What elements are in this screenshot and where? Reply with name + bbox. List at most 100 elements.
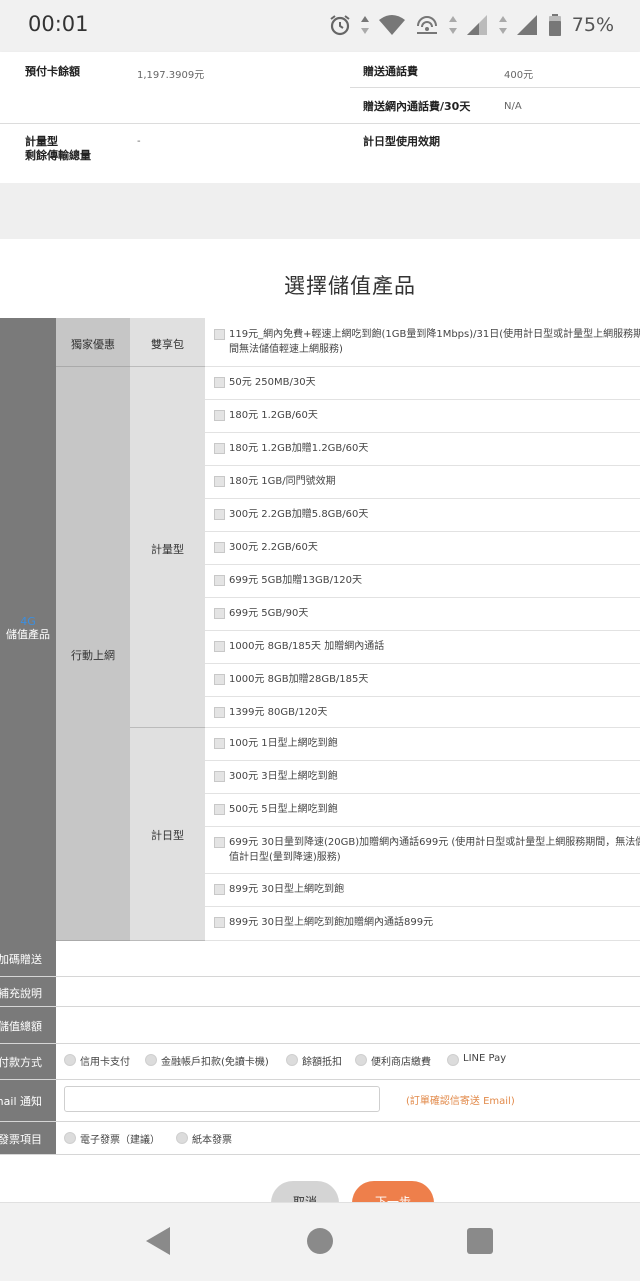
product-option-label: 699元 5GB加贈13GB/120天 — [229, 575, 363, 586]
product-option[interactable]: 180元 1GB/同門號效期 — [205, 466, 640, 499]
product-option[interactable]: 50元 250MB/30天 — [205, 367, 640, 400]
invoice-option-electronic[interactable]: 電子發票（建議） — [80, 1131, 160, 1146]
email-note: (訂單確認信寄送 Email) — [406, 1096, 515, 1107]
bonus-call-value: 400元 — [504, 70, 534, 81]
payment-radio-bank[interactable] — [145, 1054, 157, 1066]
section-title: 選擇儲值產品 — [284, 274, 416, 298]
product-option-label: 119元_網內免費+輕速上網吃到飽(1GB量到降1Mbps)/31日(使用計日型… — [229, 329, 640, 355]
product-option[interactable]: 699元 30日量到降速(20GB)加贈網內通話699元 (使用計日型或計量型上… — [205, 827, 640, 874]
data-arrows-icon-3 — [498, 16, 507, 34]
group-exclusive: 獨家優惠 — [56, 318, 130, 367]
group-daily-label: 計日型 — [151, 829, 184, 842]
metered-remaining-label-line2: 剩餘傳輸總量 — [25, 149, 91, 162]
product-option-label: 300元 3日型上網吃到飽 — [229, 771, 338, 782]
invoice-option-paper[interactable]: 紙本發票 — [192, 1131, 232, 1146]
status-bar: 00:01 75% — [0, 0, 640, 52]
product-option[interactable]: 300元 2.2GB/60天 — [205, 532, 640, 565]
payment-option-balance[interactable]: 餘額抵扣 — [302, 1053, 342, 1068]
prepaid-balance-label: 預付卡餘額 — [25, 65, 80, 78]
data-arrows-icon — [360, 16, 369, 34]
invoice-label: 發票項目 — [0, 1122, 56, 1154]
product-option[interactable]: 1000元 8GB加贈28GB/185天 — [205, 664, 640, 697]
invoice-label-text: 發票項目 — [0, 1133, 42, 1146]
payment-radio-linepay[interactable] — [447, 1054, 459, 1066]
recent-apps-icon[interactable] — [467, 1228, 493, 1254]
product-option[interactable]: 699元 5GB/90天 — [205, 598, 640, 631]
product-checkbox[interactable] — [214, 707, 225, 718]
payment-option-credit[interactable]: 信用卡支付 — [80, 1053, 130, 1068]
product-checkbox[interactable] — [214, 641, 225, 652]
status-icons: 75% — [328, 10, 614, 40]
product-option-label: 300元 2.2GB/60天 — [229, 542, 318, 553]
product-checkbox[interactable] — [214, 410, 225, 421]
product-option[interactable]: 1000元 8GB/185天 加贈網內通話 — [205, 631, 640, 664]
product-checkbox[interactable] — [214, 884, 225, 895]
invoice-radio-electronic[interactable] — [64, 1132, 76, 1144]
product-option-label: 180元 1GB/同門號效期 — [229, 476, 336, 487]
product-option[interactable]: 899元 30日型上網吃到飽加贈網內通話899元 — [205, 907, 640, 941]
bonus-call-label: 贈送通話費 — [363, 65, 418, 78]
home-icon[interactable] — [307, 1228, 333, 1254]
product-option[interactable]: 500元 5日型上網吃到飽 — [205, 794, 640, 827]
product-option-label: 699元 5GB/90天 — [229, 608, 309, 619]
product-option-label: 180元 1.2GB/60天 — [229, 410, 318, 421]
product-checkbox[interactable] — [214, 575, 225, 586]
product-option[interactable]: 180元 1.2GB/60天 — [205, 400, 640, 433]
product-checkbox[interactable] — [214, 329, 225, 340]
product-option-label: 100元 1日型上網吃到飽 — [229, 738, 338, 749]
email-input[interactable] — [64, 1086, 380, 1112]
status-time: 00:01 — [28, 12, 89, 36]
product-checkbox[interactable] — [214, 608, 225, 619]
product-option[interactable]: 300元 3日型上網吃到飽 — [205, 761, 640, 794]
group-daily: 計日型 — [130, 728, 205, 941]
amount-label: 儲值總額 — [0, 1007, 56, 1043]
signal-icon-2 — [516, 15, 537, 35]
account-summary: 預付卡餘額 1,197.3909元 贈送通話費 400元 贈送網內通話費/30天… — [0, 52, 640, 183]
payment-option-bank[interactable]: 金融帳戶扣款(免讀卡機) — [161, 1053, 269, 1068]
payment-radio-balance[interactable] — [286, 1054, 298, 1066]
note-label-text: 補充說明 — [0, 987, 42, 1000]
product-option-label: 1000元 8GB加贈28GB/185天 — [229, 674, 369, 685]
amount-label-text: 儲值總額 — [0, 1020, 42, 1033]
group-mobile-data: 行動上網 — [56, 367, 130, 941]
product-option[interactable]: 119元_網內免費+輕速上網吃到飽(1GB量到降1Mbps)/31日(使用計日型… — [205, 318, 640, 367]
navigation-bar — [0, 1202, 640, 1281]
category-4g: 4G — [20, 615, 36, 628]
product-option[interactable]: 300元 2.2GB加贈5.8GB/60天 — [205, 499, 640, 532]
payment-radio-credit[interactable] — [64, 1054, 76, 1066]
product-checkbox[interactable] — [214, 674, 225, 685]
group-double-pack-label: 雙享包 — [151, 338, 184, 351]
product-checkbox[interactable] — [214, 771, 225, 782]
metered-remaining-value: - — [137, 136, 141, 147]
back-icon[interactable] — [146, 1227, 170, 1255]
bonus-onnet-value: N/A — [504, 101, 522, 112]
invoice-radio-paper[interactable] — [176, 1132, 188, 1144]
product-option-label: 300元 2.2GB加贈5.8GB/60天 — [229, 509, 369, 520]
product-option[interactable]: 180元 1.2GB加贈1.2GB/60天 — [205, 433, 640, 466]
product-checkbox[interactable] — [214, 837, 225, 848]
product-option-label: 50元 250MB/30天 — [229, 377, 316, 388]
payment-radio-store[interactable] — [355, 1054, 367, 1066]
product-checkbox[interactable] — [214, 804, 225, 815]
product-checkbox[interactable] — [214, 443, 225, 454]
product-checkbox[interactable] — [214, 509, 225, 520]
invoice-row: 發票項目 電子發票（建議） 紙本發票 — [0, 1122, 640, 1155]
product-option[interactable]: 899元 30日型上網吃到飽 — [205, 874, 640, 907]
battery-icon — [548, 14, 561, 36]
product-option[interactable]: 1399元 80GB/120天 — [205, 697, 640, 728]
product-checkbox[interactable] — [214, 542, 225, 553]
product-checkbox[interactable] — [214, 917, 225, 928]
prepaid-balance-value: 1,197.3909元 — [137, 70, 205, 81]
payment-row: 付款方式 信用卡支付 金融帳戶扣款(免讀卡機) 餘額抵扣 便利商店繳費 LINE… — [0, 1044, 640, 1080]
extra-gift-row: 加碼贈送 — [0, 940, 640, 977]
payment-option-store[interactable]: 便利商店繳費 — [371, 1053, 431, 1068]
payment-option-linepay[interactable]: LINE Pay — [463, 1053, 506, 1064]
product-checkbox[interactable] — [214, 377, 225, 388]
product-option[interactable]: 100元 1日型上網吃到飽 — [205, 728, 640, 761]
metered-remaining-label-line1: 計量型 — [25, 135, 58, 148]
product-option[interactable]: 699元 5GB加贈13GB/120天 — [205, 565, 640, 598]
email-label: Email 通知 — [0, 1080, 56, 1121]
product-checkbox[interactable] — [214, 738, 225, 749]
note-row: 補充說明 — [0, 977, 640, 1007]
product-checkbox[interactable] — [214, 476, 225, 487]
